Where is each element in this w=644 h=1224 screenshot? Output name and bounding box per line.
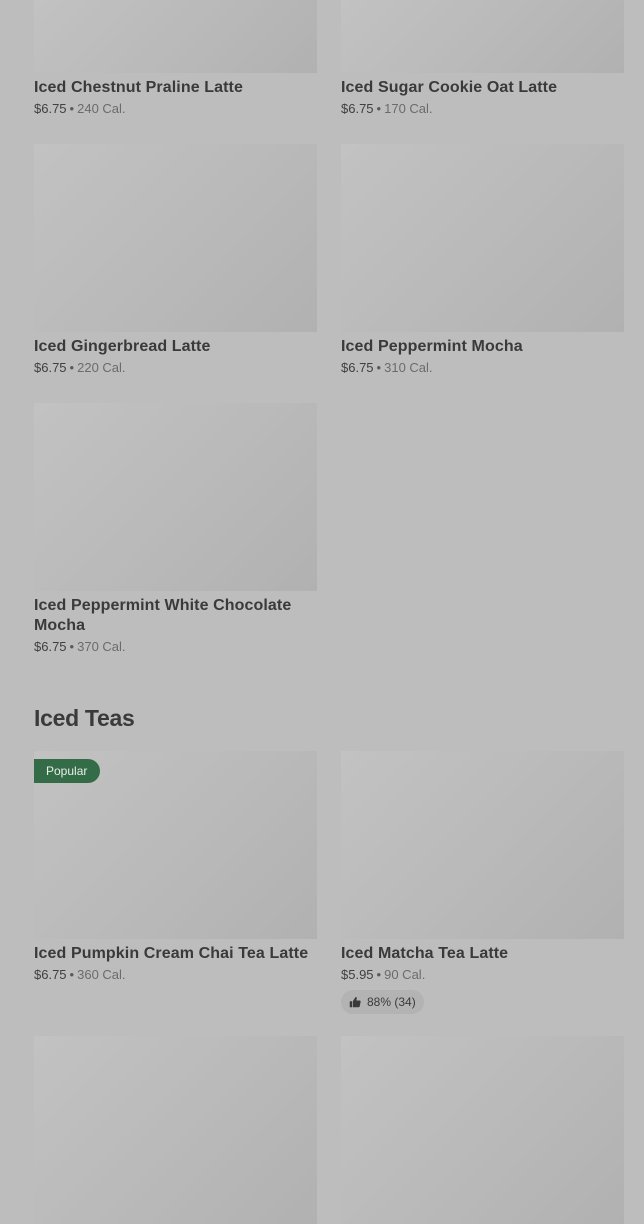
item-meta: $6.75 • 170 Cal.	[341, 100, 624, 118]
item-name: Iced Chestnut Praline Latte	[34, 79, 243, 96]
item-calories: 360 Cal.	[77, 967, 126, 982]
item-price: $5.95	[341, 967, 374, 982]
item-calories: 220 Cal.	[77, 360, 126, 375]
rating-text: 88% (34)	[367, 995, 416, 1009]
thumbs-up-icon	[349, 997, 361, 1008]
rating-chip: 88% (34)	[341, 990, 424, 1014]
item-calories: 310 Cal.	[384, 360, 433, 375]
menu-item-card[interactable]: Iced Sugar Cookie Oat Latte $6.75 • 170 Ca…	[341, 0, 624, 118]
item-name: Iced Pumpkin Cream Chai Tea Latte	[34, 945, 309, 962]
separator-dot: •	[69, 639, 75, 654]
item-image[interactable]	[341, 0, 624, 73]
separator-dot: •	[376, 967, 382, 982]
menu-grid-top: Iced Chestnut Praline Latte $6.75 • 240 Ca…	[34, 0, 624, 656]
menu-item-card[interactable]: Iced Peppermint Mocha $6.75 • 310 Cal.	[341, 144, 624, 377]
item-image[interactable]: Popular	[34, 751, 317, 939]
item-image[interactable]	[34, 144, 317, 332]
item-meta: $6.75 • 220 Cal.	[34, 359, 317, 377]
item-name: Iced Gingerbread Latte	[34, 338, 211, 355]
menu-item-card[interactable]: Iced Chestnut Praline Latte $6.75 • 240 Ca…	[34, 0, 317, 118]
separator-dot: •	[69, 967, 75, 982]
item-calories: 170 Cal.	[384, 101, 433, 116]
item-meta: $6.75 • 360 Cal.	[34, 966, 317, 984]
item-name: Iced Matcha Tea Latte	[341, 945, 509, 962]
item-name: Iced Peppermint White Chocolate Mocha	[34, 597, 292, 634]
item-name: Iced Peppermint Mocha	[341, 338, 523, 355]
item-calories: 90 Cal.	[384, 967, 426, 982]
item-meta: $6.75 • 370 Cal.	[34, 638, 317, 656]
item-meta: $6.75 • 310 Cal.	[341, 359, 624, 377]
popular-badge: Popular	[34, 759, 101, 783]
separator-dot: •	[69, 360, 75, 375]
item-name: Iced Sugar Cookie Oat Latte	[341, 79, 558, 96]
separator-dot: •	[376, 360, 382, 375]
item-image[interactable]	[34, 403, 317, 591]
item-image[interactable]	[34, 0, 317, 73]
item-image[interactable]	[341, 1036, 624, 1224]
item-image[interactable]	[341, 751, 624, 939]
menu-item-card[interactable]: Iced Matcha Tea Latte $5.95 • 90 Cal. 88% …	[341, 751, 624, 1014]
menu-grid-iced-teas: Popular Iced Pumpkin Cream Chai Tea Latt…	[34, 751, 624, 1224]
item-price: $6.75	[341, 360, 374, 375]
item-meta: $5.95 • 90 Cal.	[341, 966, 624, 984]
item-calories: 240 Cal.	[77, 101, 126, 116]
item-price: $6.75	[34, 967, 67, 982]
separator-dot: •	[376, 101, 382, 116]
separator-dot: •	[69, 101, 75, 116]
menu-item-card[interactable]: Iced Gingerbread Latte $6.75 • 220 Cal.	[34, 144, 317, 377]
item-price: $6.75	[341, 101, 374, 116]
item-price: $6.75	[34, 360, 67, 375]
section-title-iced-teas: Iced Teas	[34, 705, 135, 731]
item-image[interactable]	[341, 144, 624, 332]
item-image[interactable]	[34, 1036, 317, 1224]
item-calories: 370 Cal.	[77, 639, 126, 654]
item-price: $6.75	[34, 639, 67, 654]
menu-item-card[interactable]	[341, 1036, 624, 1224]
menu-item-card[interactable]: Popular Iced Pumpkin Cream Chai Tea Latt…	[34, 751, 317, 1014]
item-price: $6.75	[34, 101, 67, 116]
menu-item-card[interactable]	[34, 1036, 317, 1224]
item-meta: $6.75 • 240 Cal.	[34, 100, 317, 118]
menu-item-card[interactable]: Iced Peppermint White Chocolate Mocha $6…	[34, 403, 317, 656]
